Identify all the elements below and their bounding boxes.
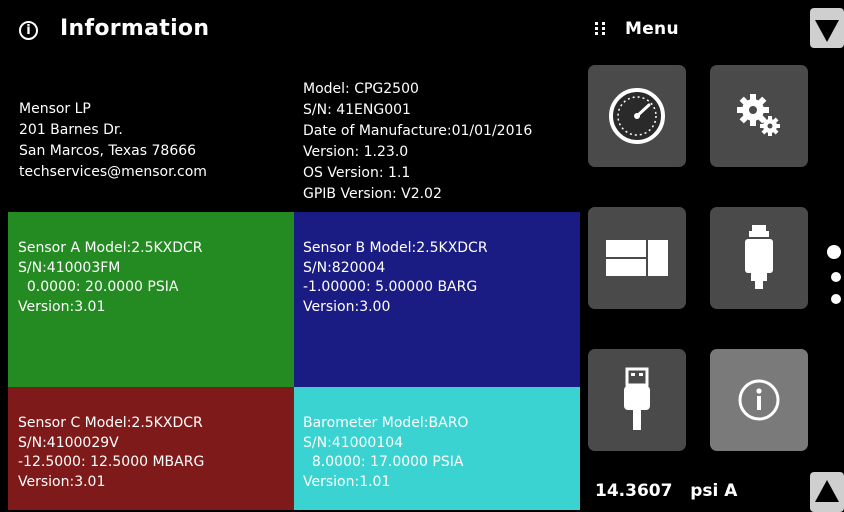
sensor-transducer-icon [745, 225, 773, 289]
device-model: Model: CPG2500 [303, 81, 419, 97]
device-manufacture-date: Date of Manufacture:01/01/2016 [303, 123, 533, 139]
scroll-up-button[interactable] [810, 8, 844, 48]
barometer-range: 8.0000: 17.0000 PSIA [303, 454, 464, 470]
sensor-c-serial: S/N:4100029V [18, 434, 119, 451]
company-city: San Marcos, Texas 78666 [19, 143, 197, 159]
menu-grip-icon [595, 22, 607, 36]
barometer-model: Barometer Model:BARO [303, 415, 469, 431]
device-gpib-version: GPIB Version: V2.02 [303, 186, 442, 202]
company-street: 201 Barnes Dr. [19, 122, 123, 138]
usb-tile-button[interactable] [588, 349, 686, 451]
page-indicator-dot-2[interactable] [831, 272, 841, 282]
scroll-down-button[interactable] [810, 472, 844, 512]
page-indicator-dot-3[interactable] [831, 294, 841, 304]
sensor-a-panel: Sensor A Model:2.5KXDCR S/N:410003FM 0.0… [8, 212, 294, 387]
sensor-b-range: -1.00000: 5.00000 BARG [303, 279, 478, 295]
device-info: Model: CPG2500 S/N: 41ENG001 Date of Man… [303, 79, 532, 205]
sensor-b-serial: S/N:820004 [303, 259, 386, 276]
info-icon: i [19, 21, 38, 40]
device-serial: S/N: 41ENG001 [303, 102, 411, 118]
gauge-icon [609, 88, 665, 144]
page-indicator-dot-1[interactable] [827, 245, 841, 259]
measure-tile-button[interactable] [588, 65, 686, 167]
company-name: Mensor LP [19, 101, 91, 117]
gears-icon [737, 94, 780, 136]
sensor-a-range: 0.0000: 20.0000 PSIA [18, 279, 179, 295]
information-tile-button[interactable] [710, 349, 808, 451]
barometer-version: Version:1.01 [303, 473, 391, 490]
sensor-b-model: Sensor B Model:2.5KXDCR [303, 240, 488, 256]
display-layout-icon [606, 240, 668, 276]
sensor-a-version: Version:3.01 [18, 298, 106, 315]
settings-tile-button[interactable] [710, 65, 808, 167]
barometer-panel: Barometer Model:BARO S/N:41000104 8.0000… [294, 387, 580, 510]
page-title: Information [60, 16, 210, 41]
pressure-value: 14.3607 [595, 481, 673, 501]
usb-icon [624, 367, 650, 430]
triangle-up-icon [815, 480, 839, 502]
pressure-reading: 14.3607 psi A [595, 481, 737, 501]
sensor-c-version: Version:3.01 [18, 473, 106, 490]
sensor-b-panel: Sensor B Model:2.5KXDCR S/N:820004 -1.00… [294, 212, 580, 387]
menu-label[interactable]: Menu [625, 19, 679, 39]
sensor-c-range: -12.5000: 12.5000 MBARG [18, 454, 205, 470]
pressure-unit: psi A [690, 481, 738, 501]
sensor-c-model: Sensor C Model:2.5KXDCR [18, 415, 203, 431]
company-email: techservices@mensor.com [19, 164, 207, 180]
sensor-a-model: Sensor A Model:2.5KXDCR [18, 240, 203, 256]
sensor-b-version: Version:3.00 [303, 298, 391, 315]
sensor-tile-button[interactable] [710, 207, 808, 309]
triangle-down-icon [815, 20, 839, 42]
sensor-a-serial: S/N:410003FM [18, 259, 121, 276]
company-info: Mensor LP 201 Barnes Dr. San Marcos, Tex… [19, 99, 207, 183]
device-os-version: OS Version: 1.1 [303, 165, 411, 181]
display-tile-button[interactable] [588, 207, 686, 309]
device-version: Version: 1.23.0 [303, 144, 409, 160]
info-icon [738, 379, 780, 421]
barometer-serial: S/N:41000104 [303, 434, 404, 451]
sensor-c-panel: Sensor C Model:2.5KXDCR S/N:4100029V -12… [8, 387, 294, 510]
